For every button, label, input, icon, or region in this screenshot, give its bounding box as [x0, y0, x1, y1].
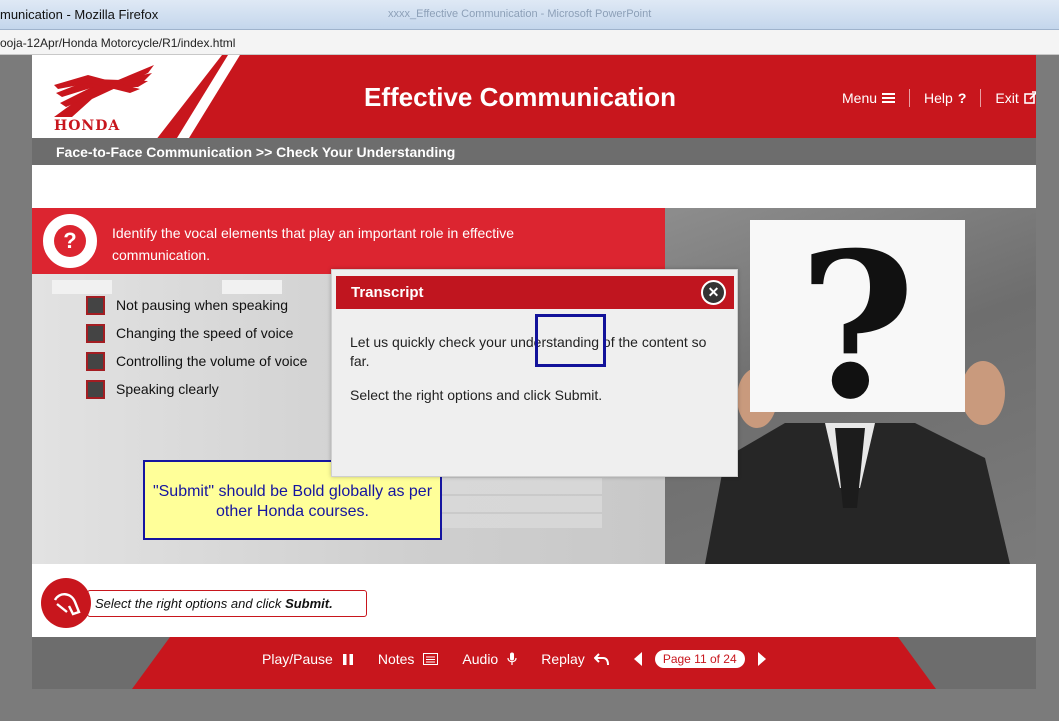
- replay-label: Replay: [541, 651, 585, 667]
- help-button[interactable]: Help ?: [924, 90, 966, 106]
- question-bar: ? Identify the vocal elements that play …: [32, 208, 665, 274]
- instruction-bar: Select the right options and click Submi…: [87, 590, 367, 617]
- question-mark-icon: ?: [957, 90, 967, 106]
- top-navigation: Menu Help ? Exit: [842, 89, 1036, 107]
- honda-wing-logo: [54, 65, 154, 117]
- exit-button[interactable]: Exit: [995, 90, 1036, 106]
- option-checkbox[interactable]: [86, 323, 105, 343]
- replay-button[interactable]: Replay: [541, 651, 609, 667]
- option-3[interactable]: Controlling the volume of voice: [86, 347, 307, 375]
- transcript-header: Transcript ✕: [336, 276, 734, 309]
- exit-label: Exit: [995, 90, 1019, 106]
- option-checkbox[interactable]: [86, 379, 105, 399]
- replay-icon: [593, 652, 609, 665]
- player-footer: Play/Pause Notes Audio Replay Page 11 of…: [32, 637, 1036, 689]
- instruction-emphasis: Submit.: [285, 596, 333, 611]
- nav-divider: [909, 89, 911, 107]
- option-2[interactable]: Changing the speed of voice: [86, 319, 307, 347]
- pointer-hand-icon: [41, 578, 91, 628]
- option-label: Controlling the volume of voice: [116, 353, 308, 369]
- player-controls: Play/Pause Notes Audio Replay Page 11 of…: [262, 650, 767, 668]
- transcript-popup: Transcript ✕ Let us quickly check your u…: [331, 269, 738, 477]
- notes-icon: [423, 653, 439, 665]
- browser-titlebar: munication - Mozilla Firefox xxxx_Effect…: [0, 0, 1059, 30]
- notes-label: Notes: [377, 651, 415, 667]
- play-pause-button[interactable]: Play/Pause: [262, 651, 354, 667]
- option-checkbox[interactable]: [86, 351, 105, 371]
- question-badge: ?: [40, 211, 100, 271]
- previous-page-icon[interactable]: [633, 651, 643, 667]
- course-player: HONDA Effective Communication Menu Help …: [32, 55, 1036, 689]
- option-1[interactable]: Not pausing when speaking: [86, 291, 307, 319]
- transcript-paragraph: Select the right options and click Submi…: [350, 387, 603, 403]
- help-label: Help: [924, 90, 953, 106]
- course-title: Effective Communication: [364, 82, 677, 112]
- svg-text:?: ?: [798, 209, 915, 444]
- window-title: munication - Mozilla Firefox: [0, 7, 159, 22]
- nav-divider: [980, 89, 982, 107]
- option-checkbox[interactable]: [86, 295, 105, 315]
- hamburger-icon: [882, 93, 896, 103]
- question-text: Identify the vocal elements that play an…: [112, 225, 515, 263]
- course-header: HONDA Effective Communication Menu Help …: [32, 55, 1036, 138]
- question-icon: ?: [54, 225, 86, 257]
- menu-button[interactable]: Menu: [842, 90, 896, 106]
- next-page-icon[interactable]: [757, 651, 767, 667]
- option-4[interactable]: Speaking clearly: [86, 375, 307, 403]
- audio-label: Audio: [462, 651, 499, 667]
- answer-options: Not pausing when speaking Changing the s…: [86, 291, 307, 403]
- highlight-box: [535, 314, 606, 367]
- notes-button[interactable]: Notes: [378, 651, 439, 667]
- transcript-title: Transcript: [351, 284, 424, 301]
- option-label: Not pausing when speaking: [116, 297, 289, 313]
- pause-icon: [342, 653, 353, 665]
- external-link-icon: [1023, 91, 1036, 104]
- instruction-text: Select the right options and click: [95, 596, 286, 611]
- url-text[interactable]: ooja-12Apr/Honda Motorcycle/R1/index.htm…: [0, 36, 235, 50]
- close-icon[interactable]: ✕: [701, 280, 726, 305]
- microphone-icon: [507, 652, 517, 665]
- address-bar[interactable]: ooja-12Apr/Honda Motorcycle/R1/index.htm…: [0, 30, 1059, 55]
- background-window-title: xxxx_Effective Communication - Microsoft…: [388, 8, 652, 20]
- page-indicator: Page 11 of 24: [654, 650, 745, 668]
- play-pause-label: Play/Pause: [262, 651, 333, 667]
- menu-label: Menu: [842, 90, 878, 106]
- option-label: Speaking clearly: [116, 381, 219, 397]
- audio-button[interactable]: Audio: [462, 651, 517, 667]
- honda-wordmark: HONDA: [54, 118, 121, 134]
- breadcrumb: Face-to-Face Communication >> Check Your…: [32, 138, 1036, 165]
- option-label: Changing the speed of voice: [116, 325, 294, 341]
